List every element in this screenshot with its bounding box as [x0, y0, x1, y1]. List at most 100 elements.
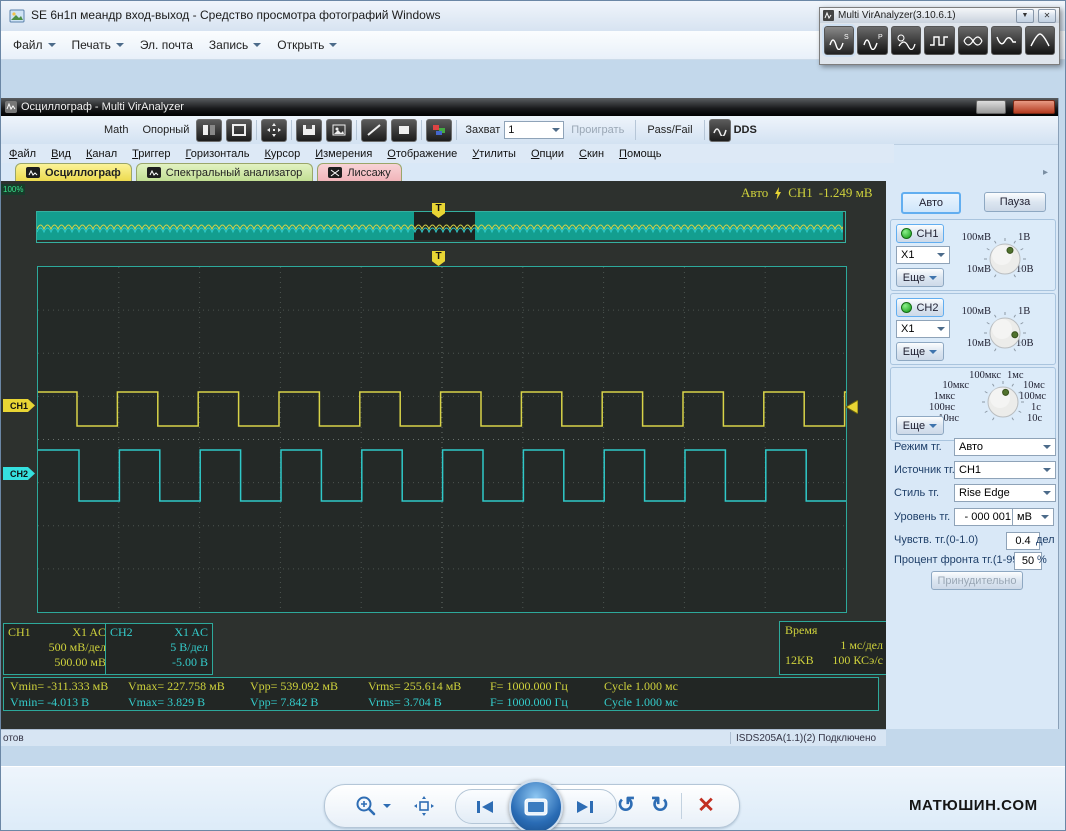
reference-button[interactable]: Опорный: [135, 120, 196, 140]
scope-screen: 100% Авто CH1 -1.249 мВ T T CH1 CH2: [1, 181, 886, 729]
trigger-position-flag[interactable]: T: [432, 251, 445, 266]
scope-menu-item[interactable]: Измерения: [315, 148, 372, 160]
menu-print[interactable]: Печать: [64, 34, 132, 56]
toolbox-menu-button[interactable]: ▼: [1016, 9, 1034, 23]
scope-menu-item[interactable]: Опции: [531, 148, 564, 160]
ch2-more-button[interactable]: Еще: [896, 342, 944, 361]
frame-button[interactable]: [226, 119, 252, 142]
dds-button[interactable]: DDS: [734, 124, 757, 136]
scope-menu-item[interactable]: Отображение: [387, 148, 457, 160]
math-button[interactable]: Math: [97, 120, 135, 140]
chevron-down-icon: [929, 424, 937, 428]
zoom-badge: 100%: [1, 184, 25, 195]
line-style-button[interactable]: [361, 119, 387, 142]
dds-tool-button[interactable]: [891, 26, 921, 55]
waveform-plot[interactable]: [37, 266, 847, 613]
trigger-level-input[interactable]: - 000 001: [954, 508, 1016, 526]
fit-to-window-button[interactable]: [411, 793, 437, 819]
tab-lissajous[interactable]: Лиссажу: [317, 163, 401, 182]
passfail-button[interactable]: Pass/Fail: [640, 120, 699, 140]
toolbox-close-button[interactable]: ✕: [1038, 9, 1056, 23]
delete-button[interactable]: ✕: [691, 791, 721, 819]
toolbar-separator: [635, 120, 636, 140]
next-button[interactable]: [570, 794, 600, 820]
menu-file-label: Файл: [13, 38, 43, 52]
scope-menu-item[interactable]: Триггер: [132, 148, 170, 160]
ch1-probe-select[interactable]: X1: [896, 246, 950, 264]
watermark-text: МАТЮШИН.COM: [909, 797, 1038, 814]
am-wave-tool-button[interactable]: [958, 26, 988, 55]
trigger-level-marker[interactable]: [846, 400, 858, 414]
pause-button[interactable]: Пауза: [984, 192, 1046, 212]
ch1-more-button[interactable]: Еще: [896, 268, 944, 287]
split-view-button[interactable]: [196, 119, 222, 142]
meas-vpp-ch1: Vpp= 539.092 мВ: [250, 679, 368, 694]
scope-menu-item[interactable]: Вид: [51, 148, 71, 160]
trigger-source-select[interactable]: CH1: [954, 461, 1056, 479]
spectrum-tool-button[interactable]: P: [857, 26, 887, 55]
ch2-position-marker[interactable]: CH2: [3, 467, 35, 480]
force-trigger-button[interactable]: Принудительно: [931, 571, 1023, 590]
zoom-options-caret[interactable]: [383, 804, 391, 808]
oscilloscope-tool-button[interactable]: S: [824, 26, 854, 55]
time-title: Время: [785, 623, 883, 638]
ch2-label: CH2: [916, 302, 938, 314]
background-button[interactable]: [391, 119, 417, 142]
scope-menu-item[interactable]: Утилиты: [472, 148, 516, 160]
scope-close-button[interactable]: [1013, 100, 1055, 114]
ch1-probe-value: X1: [901, 249, 914, 261]
scope-menu-item[interactable]: Горизонталь: [186, 148, 250, 160]
menu-file[interactable]: Файл: [5, 34, 64, 56]
ch1-volts-knob[interactable]: [983, 237, 1027, 281]
tab-label: Лиссажу: [347, 167, 390, 179]
menu-burn[interactable]: Запись: [201, 34, 269, 56]
run-auto-button[interactable]: Авто: [901, 192, 961, 214]
timebase-group: 100мкс 1мс 10мкс 10мс 1мкс 100мс 100нс 1…: [890, 367, 1056, 441]
ch1-coupling: X1 AC: [72, 625, 106, 640]
trigger-level-unit-select[interactable]: мВ: [1012, 508, 1054, 526]
scope-menu-item[interactable]: Курсор: [264, 148, 300, 160]
menu-email[interactable]: Эл. почта: [132, 34, 201, 56]
filter-tool-button[interactable]: [1025, 26, 1055, 55]
tab-spectrum[interactable]: Спектральный анализатор: [136, 163, 314, 182]
ch2-probe-select[interactable]: X1: [896, 320, 950, 338]
sweep-tool-button[interactable]: [991, 26, 1021, 55]
play-button[interactable]: Проиграть: [564, 120, 631, 140]
scope-menu-item[interactable]: Файл: [9, 148, 36, 160]
toolbox-buttons: S P: [820, 23, 1059, 58]
trigger-style-select[interactable]: Rise Edge: [954, 484, 1056, 502]
menu-open[interactable]: Открыть: [269, 34, 345, 56]
screenshot-button[interactable]: [326, 119, 352, 142]
trigger-mode-select[interactable]: Авто: [954, 438, 1056, 456]
zoom-button[interactable]: [353, 793, 379, 819]
capture-count-select[interactable]: 1: [504, 121, 564, 139]
timebase-knob[interactable]: [981, 380, 1025, 424]
scope-menu-item[interactable]: Помощь: [619, 148, 662, 160]
ch2-enable-button[interactable]: CH2: [896, 298, 944, 317]
rotate-cw-button[interactable]: ↻: [647, 791, 673, 819]
knob-label: 1с: [1031, 402, 1041, 413]
ch1-enable-button[interactable]: CH1: [896, 224, 944, 243]
chevron-down-icon: [937, 327, 945, 331]
square-wave-tool-button[interactable]: [924, 26, 954, 55]
rotate-ccw-button[interactable]: ↺: [613, 791, 639, 819]
next-icon: [575, 799, 595, 815]
play-slideshow-button[interactable]: [509, 780, 563, 831]
scope-menu-item[interactable]: Канал: [86, 148, 117, 160]
buffer-depth: 12KB: [785, 653, 814, 668]
trigger-sensitivity-unit: дел: [1036, 534, 1055, 546]
meas-vmin-ch1: Vmin= -311.333 мВ: [4, 679, 128, 694]
save-waveform-button[interactable]: [296, 119, 322, 142]
ch1-name: CH1: [8, 625, 31, 640]
previous-button[interactable]: [470, 794, 500, 820]
ch1-position-marker[interactable]: CH1: [3, 399, 35, 412]
color-palette-button[interactable]: [426, 119, 452, 142]
trigger-sensitivity-input[interactable]: 0.4: [1006, 532, 1040, 550]
scope-menu-item[interactable]: Скин: [579, 148, 604, 160]
timebase-more-button[interactable]: Еще: [896, 416, 944, 435]
scope-maximize-button[interactable]: [976, 100, 1006, 114]
panel-expand-arrow[interactable]: ▸: [1043, 167, 1048, 178]
move-button[interactable]: [261, 119, 287, 142]
tab-oscilloscope[interactable]: Осциллограф: [15, 163, 132, 182]
ch2-volts-knob[interactable]: [983, 311, 1027, 355]
